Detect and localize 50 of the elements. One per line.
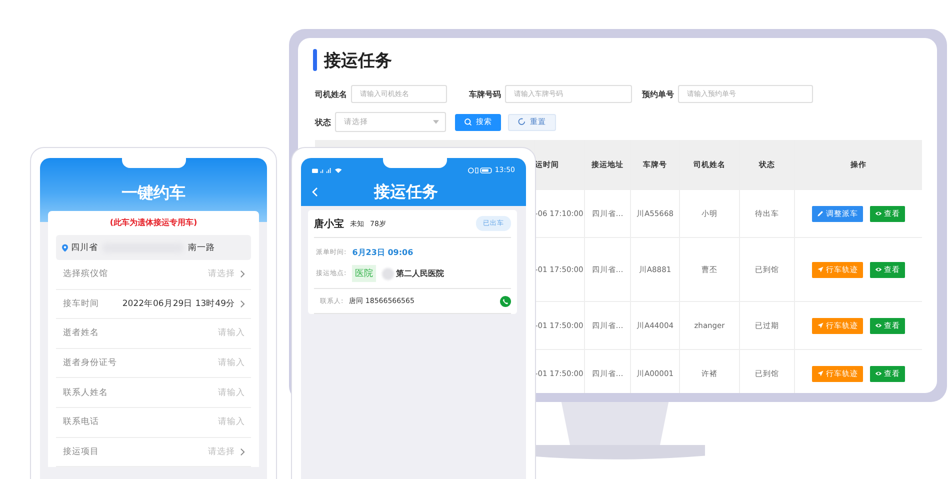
back-icon[interactable] bbox=[312, 187, 318, 197]
eye-icon bbox=[875, 322, 882, 329]
place-tag: 医院 bbox=[352, 265, 376, 282]
phone-notch bbox=[383, 158, 447, 168]
location-pin-icon bbox=[62, 244, 68, 252]
send-icon bbox=[817, 370, 824, 377]
input-field[interactable]: 请输入 bbox=[218, 327, 245, 340]
eye-icon bbox=[875, 210, 882, 217]
field-label: 逝者姓名 bbox=[63, 327, 99, 340]
field-label: 联系电话 bbox=[63, 416, 99, 428]
input-field[interactable]: 请输入 bbox=[218, 416, 245, 428]
select-field[interactable]: 2022年06月29日 13时49分 bbox=[122, 298, 245, 310]
phone-notch bbox=[122, 158, 186, 168]
dispatch-time: 6月23日 09:06 bbox=[352, 247, 414, 258]
field-label: 选择殡仪馆 bbox=[63, 268, 108, 280]
field-label: 接运项目 bbox=[63, 446, 99, 458]
pencil-icon bbox=[817, 210, 824, 217]
blurred-text bbox=[382, 268, 394, 280]
page-title: 接运任务 bbox=[324, 50, 392, 72]
caret-icon bbox=[433, 120, 439, 124]
field-label: 状态 bbox=[315, 116, 331, 128]
select-field[interactable]: 请选择 bbox=[208, 268, 245, 280]
send-icon bbox=[817, 266, 824, 273]
address-text: 四川省 bbox=[71, 242, 98, 254]
field-label: 预约单号 bbox=[642, 88, 674, 100]
field-label: 车牌号码 bbox=[469, 88, 501, 100]
app-title: 接运任务 bbox=[374, 182, 438, 202]
select-field[interactable]: 请选择 bbox=[208, 446, 245, 458]
address-text: 南一路 bbox=[188, 242, 215, 254]
input-field[interactable]: 请输入 bbox=[218, 386, 245, 399]
field-label: 逝者身份证号 bbox=[63, 357, 117, 370]
phone-call-icon[interactable] bbox=[500, 296, 511, 306]
field-label: 联系人姓名 bbox=[63, 386, 108, 399]
input-field[interactable]: 请输入 bbox=[218, 357, 245, 370]
refresh-icon bbox=[518, 118, 526, 126]
battery-icon bbox=[468, 166, 493, 174]
chevron-right-icon bbox=[240, 448, 245, 456]
chevron-right-icon bbox=[240, 300, 245, 308]
notice-text: (此车为遗体接运专用车) bbox=[108, 217, 198, 229]
app-title: 一键约车 bbox=[122, 182, 186, 204]
chevron-right-icon bbox=[240, 270, 245, 278]
patient-name: 唐小宝 bbox=[314, 217, 344, 230]
field-label: 司机姓名 bbox=[315, 88, 347, 100]
place-name: 第二人民医院 bbox=[396, 268, 444, 279]
send-icon bbox=[817, 322, 824, 329]
field-label: 接车时间 bbox=[63, 298, 99, 310]
eye-icon bbox=[875, 370, 882, 377]
search-icon bbox=[464, 118, 472, 126]
title-marker bbox=[313, 49, 317, 71]
eye-icon bbox=[875, 266, 882, 273]
